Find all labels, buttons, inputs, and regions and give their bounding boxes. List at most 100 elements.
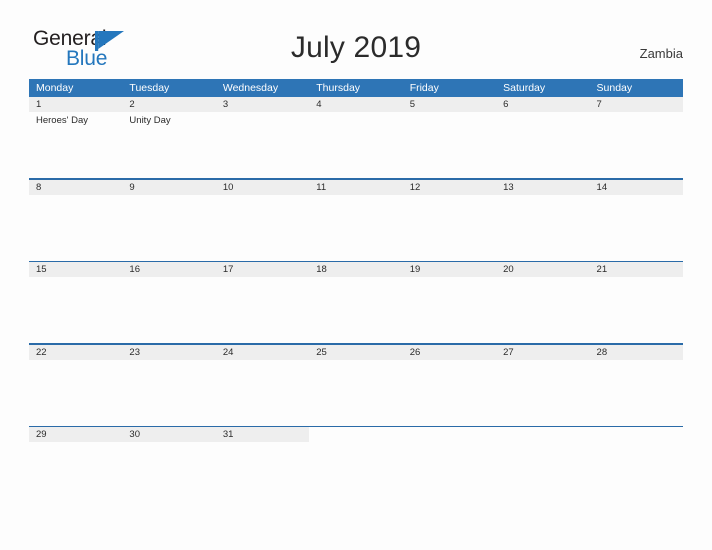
day-number[interactable]: 4 [309,97,402,112]
weekday-header-sunday: Sunday [596,82,633,94]
day-cell[interactable] [309,195,402,261]
day-number[interactable]: 7 [590,97,683,112]
week-event-band [29,277,683,343]
day-number[interactable]: 11 [309,180,402,195]
day-number[interactable]: 26 [403,345,496,360]
day-cell[interactable] [216,277,309,343]
day-number[interactable]: 14 [590,180,683,195]
day-number-empty [589,427,683,442]
day-cell[interactable] [403,442,496,508]
weekday-header-saturday: Saturday [503,82,546,94]
day-number[interactable]: 16 [122,262,215,277]
day-cell[interactable] [496,360,589,426]
day-number-empty [309,427,403,442]
day-number[interactable]: 29 [29,427,122,442]
day-cell[interactable] [403,195,496,261]
day-number[interactable]: 17 [216,262,309,277]
day-cell[interactable] [216,112,309,178]
calendar-week-row: 8 9 10 11 12 13 14 [29,178,683,261]
weekday-header-monday: Monday [36,82,74,94]
day-cell[interactable] [29,442,122,508]
day-cell[interactable] [590,277,683,343]
day-number[interactable]: 1 [29,97,122,112]
weekday-header-thursday: Thursday [316,82,361,94]
day-number[interactable]: 28 [590,345,683,360]
calendar-week-row: 22 23 24 25 26 27 28 [29,343,683,426]
day-cell[interactable] [29,360,122,426]
day-cell[interactable] [122,360,215,426]
week-event-band [29,442,683,508]
week-date-band: 29 30 31 [29,427,683,442]
weekday-header-friday: Friday [409,82,439,94]
day-number[interactable]: 23 [122,345,215,360]
day-cell[interactable] [29,195,122,261]
day-number[interactable]: 25 [309,345,402,360]
day-cell[interactable] [216,195,309,261]
day-number[interactable]: 12 [403,180,496,195]
day-cell[interactable] [309,442,402,508]
calendar-grid: Monday Tuesday Wednesday Thursday Friday Satu… [29,79,683,508]
page-title: July 2019 [290,31,422,64]
day-number[interactable]: 19 [403,262,496,277]
day-number[interactable]: 2 [122,97,215,112]
day-number[interactable]: 13 [496,180,589,195]
day-cell[interactable] [122,277,215,343]
page-header: General Blue July 2019 Zambia [0,0,712,79]
day-number[interactable]: 6 [496,97,589,112]
day-cell[interactable] [216,442,309,508]
day-cell[interactable] [496,277,589,343]
week-event-band: Heroes' Day Unity Day [29,112,683,178]
day-cell[interactable] [309,112,402,178]
day-cell[interactable] [403,112,496,178]
week-date-band: 1234567 [29,97,683,112]
day-cell[interactable] [403,360,496,426]
day-number[interactable]: 10 [216,180,309,195]
week-date-band: 8 9 10 11 12 13 14 [29,179,683,195]
day-cell[interactable] [496,442,589,508]
day-cell[interactable] [309,360,402,426]
day-number[interactable]: 27 [496,345,589,360]
day-number[interactable]: 5 [403,97,496,112]
day-cell[interactable]: Heroes' Day [29,112,122,178]
day-number[interactable]: 9 [122,180,215,195]
day-number[interactable]: 8 [29,180,122,195]
day-cell[interactable] [590,442,683,508]
calendar-week-row: 15 16 17 18 19 20 21 [29,260,683,343]
week-event-band [29,194,683,261]
day-number-empty [496,427,590,442]
day-number[interactable]: 22 [29,345,122,360]
calendar-week-row: 29 30 31 [29,425,683,508]
day-cell[interactable] [309,277,402,343]
day-number[interactable]: 21 [590,262,683,277]
week-date-band: 22 23 24 25 26 27 28 [29,344,683,360]
weekday-header-tuesday: Tuesday [129,82,170,94]
day-cell[interactable] [29,277,122,343]
day-number[interactable]: 30 [122,427,215,442]
day-cell[interactable] [216,360,309,426]
holiday-label: Heroes' Day [36,115,88,126]
day-number[interactable]: 31 [216,427,309,442]
day-cell[interactable] [590,360,683,426]
calendar-week-row: 1 2 3 4 5 6 7 Heroes' Day Unity Day [29,97,683,178]
calendar-week-container: 1 2 3 4 5 6 7 Heroes' Day Unity Day 8 9 10 11 12 13 14 1… [29,97,683,508]
week-date-band: 15 16 17 18 19 20 21 [29,262,683,277]
holiday-label: Unity Day [129,115,171,126]
day-cell[interactable] [590,112,683,178]
day-cell[interactable]: Unity Day [122,112,215,178]
day-cell[interactable] [122,442,215,508]
day-number[interactable]: 20 [496,262,589,277]
day-number[interactable]: 18 [309,262,402,277]
day-cell[interactable] [496,195,589,261]
region-label: Zambia [639,46,683,61]
day-cell[interactable] [590,195,683,261]
day-cell[interactable] [403,277,496,343]
weekday-header-row: Monday Tuesday Wednesday Thursday Friday Satu… [29,79,683,97]
day-number[interactable]: 3 [216,97,309,112]
day-number-empty [402,427,497,442]
day-number[interactable]: 24 [216,345,309,360]
day-cell[interactable] [496,112,589,178]
day-cell[interactable] [122,195,215,261]
weekday-header-wednesday: Wednesday [222,82,279,94]
day-number[interactable]: 15 [29,262,122,277]
week-event-band [29,359,683,426]
